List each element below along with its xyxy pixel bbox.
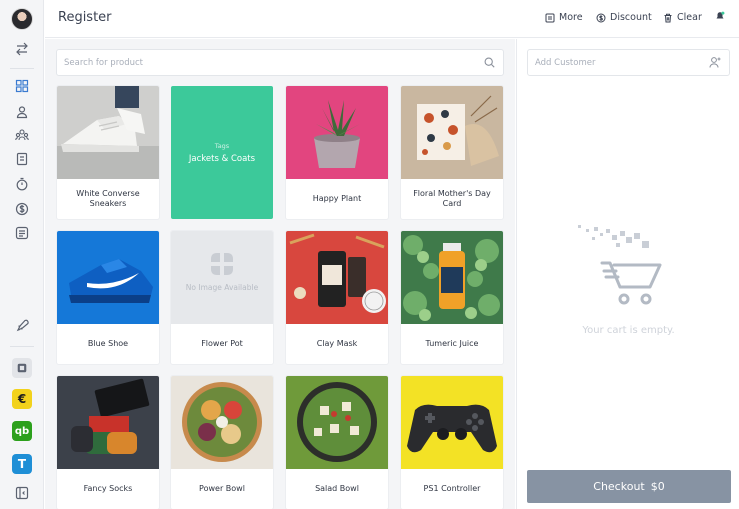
search-input[interactable] bbox=[57, 50, 477, 76]
cash-register-icon[interactable] bbox=[12, 223, 32, 243]
product-tile-blue-shoe[interactable]: Blue Shoe bbox=[57, 231, 159, 364]
product-name: Happy Plant bbox=[312, 194, 362, 204]
product-name: White Converse Sneakers bbox=[76, 189, 140, 208]
power-bowl-image bbox=[171, 376, 273, 469]
product-tile-white-converse[interactable]: White Converse Sneakers bbox=[57, 86, 159, 219]
empty-cart-text: Your cart is empty. bbox=[582, 325, 675, 336]
more-button[interactable]: More bbox=[545, 12, 583, 23]
app-euro-icon[interactable]: € bbox=[12, 389, 32, 409]
add-customer-field[interactable] bbox=[527, 49, 730, 76]
ps1-controller-image bbox=[401, 376, 503, 469]
app-t-icon[interactable]: T bbox=[12, 454, 32, 474]
product-tile-salad-bowl[interactable]: Salad Bowl bbox=[286, 376, 388, 509]
product-name: Salad Bowl bbox=[315, 484, 359, 494]
search-icon[interactable] bbox=[484, 57, 495, 68]
product-tile-happy-plant[interactable]: Happy Plant bbox=[286, 86, 388, 219]
tag-kicker: Tags bbox=[214, 141, 230, 150]
blue-shoe-image bbox=[57, 231, 159, 324]
checkout-button[interactable]: Checkout $0 bbox=[527, 470, 731, 503]
checkout-label: Checkout bbox=[593, 480, 645, 493]
sidebar: € qb T bbox=[0, 0, 44, 509]
avatar[interactable] bbox=[11, 8, 33, 30]
product-name: PS1 Controller bbox=[423, 484, 481, 494]
page-title: Register bbox=[58, 10, 112, 25]
fancy-socks-image bbox=[57, 376, 159, 469]
product-tile-ps1-controller[interactable]: PS1 Controller bbox=[401, 376, 503, 509]
product-search[interactable] bbox=[56, 49, 504, 76]
tumeric-juice-image bbox=[401, 231, 503, 324]
app-gray-icon[interactable] bbox=[12, 358, 32, 378]
timer-icon[interactable] bbox=[12, 174, 32, 194]
add-user-icon[interactable] bbox=[709, 56, 722, 69]
tag-tile-jackets-coats[interactable]: Tags Jackets & Coats bbox=[171, 86, 273, 219]
customer-input[interactable] bbox=[528, 50, 708, 76]
rocket-icon[interactable] bbox=[12, 316, 32, 336]
no-image-text: No Image Available bbox=[185, 283, 259, 292]
product-name: Tumeric Juice bbox=[425, 339, 479, 349]
product-tile-floral-card[interactable]: Floral Mother's Day Card bbox=[401, 86, 503, 219]
product-tile-tumeric-juice[interactable]: Tumeric Juice bbox=[401, 231, 503, 364]
product-name: Fancy Socks bbox=[83, 484, 133, 494]
product-name: Floral Mother's Day Card bbox=[413, 189, 491, 208]
clay-mask-image bbox=[286, 231, 388, 324]
cart-panel: Your cart is empty. Checkout $0 bbox=[516, 39, 739, 509]
customers-icon[interactable] bbox=[12, 102, 32, 122]
product-tile-clay-mask[interactable]: Clay Mask bbox=[286, 231, 388, 364]
tag-title: Jackets & Coats bbox=[188, 153, 256, 164]
orders-icon[interactable] bbox=[12, 149, 32, 169]
product-tile-flower-pot[interactable]: No Image Available Flower Pot bbox=[171, 231, 273, 364]
swap-icon[interactable] bbox=[12, 39, 32, 59]
collapse-sidebar-icon[interactable] bbox=[12, 483, 32, 503]
empty-cart-icon bbox=[578, 225, 662, 305]
discount-button[interactable]: Discount bbox=[596, 12, 652, 23]
white-sneakers-image bbox=[57, 86, 159, 179]
product-area: White Converse Sneakers Tags Jackets & C… bbox=[45, 39, 515, 509]
clear-label: Clear bbox=[677, 12, 702, 23]
sidebar-divider bbox=[10, 68, 34, 69]
product-name: Power Bowl bbox=[199, 484, 245, 494]
product-name: Clay Mask bbox=[316, 339, 358, 349]
happy-plant-image bbox=[286, 86, 388, 179]
sidebar-divider bbox=[10, 346, 34, 347]
product-name: Blue Shoe bbox=[87, 339, 129, 349]
product-tile-power-bowl[interactable]: Power Bowl bbox=[171, 376, 273, 509]
checkout-total: $0 bbox=[650, 480, 665, 493]
product-name: Flower Pot bbox=[201, 339, 243, 349]
discount-label: Discount bbox=[610, 12, 652, 23]
dollar-icon[interactable] bbox=[12, 199, 32, 219]
product-tile-fancy-socks[interactable]: Fancy Socks bbox=[57, 376, 159, 509]
clear-button[interactable]: Clear bbox=[663, 12, 702, 23]
register-icon[interactable] bbox=[12, 76, 32, 96]
groups-icon[interactable] bbox=[12, 125, 32, 145]
notifications-icon[interactable] bbox=[715, 11, 725, 21]
more-label: More bbox=[559, 12, 583, 23]
app-quickbooks-icon[interactable]: qb bbox=[12, 421, 32, 441]
floral-card-image bbox=[401, 86, 503, 179]
salad-bowl-image bbox=[286, 376, 388, 469]
no-image-placeholder: No Image Available bbox=[171, 231, 273, 324]
header: Register More Discount Clear bbox=[45, 0, 739, 38]
